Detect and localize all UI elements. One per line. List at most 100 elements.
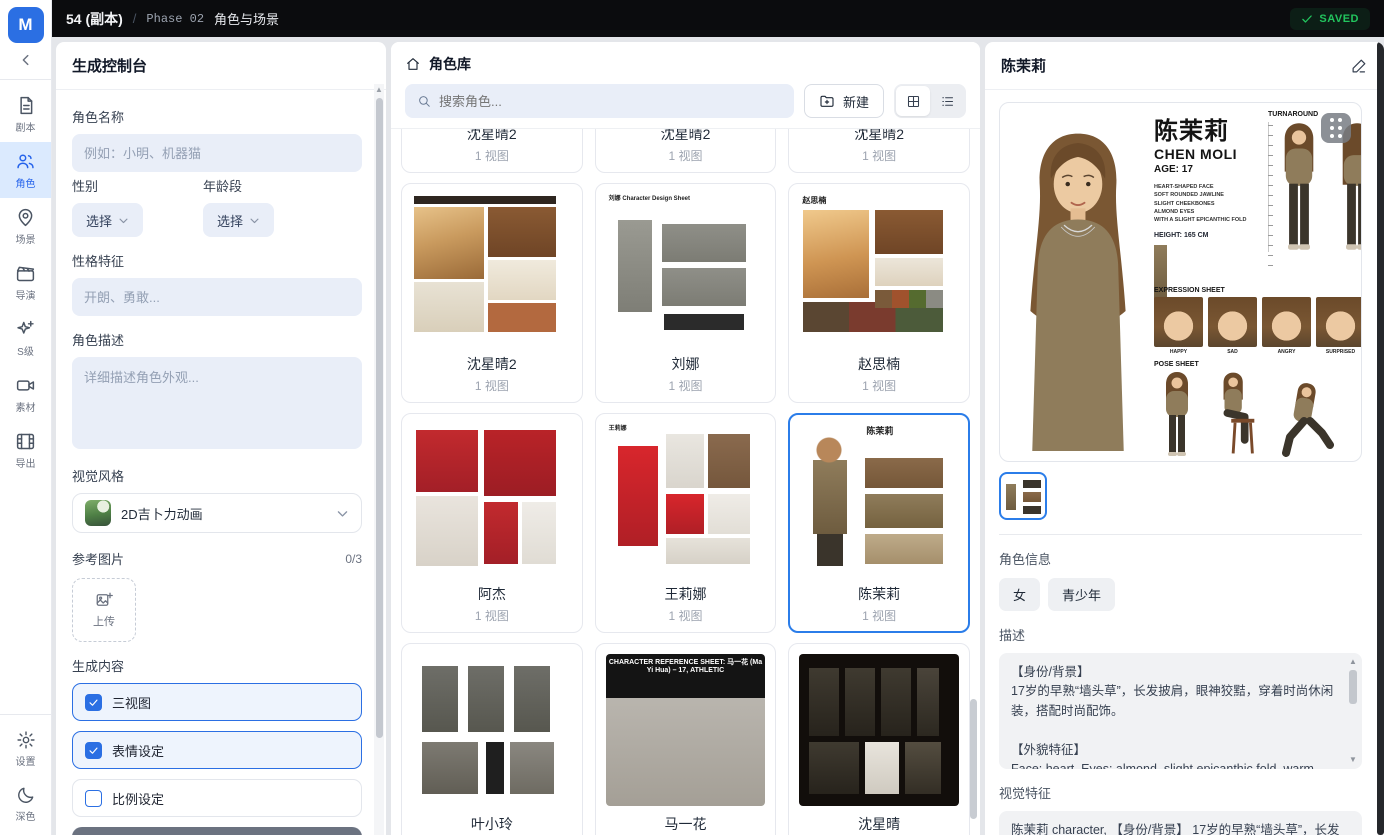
character-card[interactable]: 叶小玲 1 视图 (401, 643, 583, 835)
generate-content-label: 生成内容 (72, 656, 362, 675)
sparkles-icon (15, 319, 36, 340)
scroll-up-arrow[interactable]: ▲ (374, 84, 384, 96)
scroll-up-arrow[interactable]: ▲ (1348, 657, 1358, 667)
expression-label: SURPRISED (1316, 349, 1362, 355)
character-info-label: 角色信息 (999, 549, 1362, 568)
character-card[interactable]: 王莉娜 王莉娜 1 视图 (595, 413, 777, 633)
card-art-title: 刘娜 Character Design Sheet (606, 194, 766, 205)
description-text: 【身份/背景】 17岁的早熟“墙头草”，长发披肩，眼神狡黠，穿着时尚休闲装，搭配… (1011, 663, 1340, 769)
character-card-views: 1 视图 (799, 377, 959, 394)
checkbox[interactable] (85, 742, 102, 759)
sidebar-item-script[interactable]: 剧本 (0, 86, 51, 142)
character-card[interactable]: 沈星晴2 1 视图 (595, 129, 777, 173)
sidebar-item-dark-mode[interactable]: 深色 (0, 776, 51, 835)
sidebar-item-assets[interactable]: 素材 (0, 366, 51, 422)
description-box[interactable]: 【身份/背景】 17岁的早熟“墙头草”，长发披肩，眼神狡黠，穿着时尚休闲装，搭配… (999, 653, 1362, 769)
new-character-button[interactable]: 新建 (804, 84, 884, 118)
list-view-button[interactable] (930, 86, 964, 116)
character-card-name: 沈星晴2 (412, 354, 572, 374)
search-input[interactable] (439, 94, 782, 109)
sidebar-item-label: 设置 (16, 753, 36, 768)
console-scrollbar[interactable]: ▲ (374, 84, 384, 835)
description-scrollbar[interactable]: ▲ ▼ (1348, 657, 1358, 765)
grid-view-button[interactable] (896, 86, 930, 116)
character-desc-textarea[interactable] (72, 357, 362, 449)
chevron-down-icon (118, 215, 129, 226)
sidebar-item-scenes[interactable]: 场景 (0, 198, 51, 254)
character-card-name: 叶小玲 (412, 814, 572, 834)
age-group-select[interactable]: 选择 (203, 203, 274, 237)
library-scrollbar-thumb[interactable] (970, 699, 977, 819)
character-library-panel: 角色库 新建 (391, 42, 980, 835)
character-card[interactable]: 沈星晴2 1 视图 (401, 129, 583, 173)
library-grid: 沈星晴2 1 视图 沈星晴2 1 视图 沈星晴2 1 视图 沈星晴2 1 视图 … (401, 129, 970, 835)
personality-input[interactable] (72, 278, 362, 316)
scrollbar-thumb[interactable] (1349, 670, 1357, 704)
character-card[interactable]: 沈星晴 1 视图 (788, 643, 970, 835)
drag-grip-icon[interactable] (1321, 113, 1351, 143)
expression-angry: ANGRY (1262, 297, 1311, 355)
character-card[interactable]: 阿杰 1 视图 (401, 413, 583, 633)
sheet-age: AGE: 17 (1154, 164, 1258, 175)
character-card[interactable]: 刘娜 Character Design Sheet 刘娜 1 视图 (595, 183, 777, 403)
grid-icon (906, 94, 921, 109)
gear-icon (16, 730, 36, 750)
divider (999, 534, 1362, 535)
option-expression-set[interactable]: 表情设定 (72, 731, 362, 769)
generate-button-partial[interactable] (72, 827, 362, 835)
scroll-down-arrow[interactable]: ▼ (1348, 755, 1358, 765)
checkbox[interactable] (85, 790, 102, 807)
sidebar-item-label: 导演 (16, 287, 36, 302)
portrait-figure (1008, 111, 1148, 455)
character-name-label: 角色名称 (72, 107, 362, 126)
sheet-name-en: CHEN MOLI (1154, 146, 1258, 162)
characters-icon (15, 151, 36, 172)
gender-select[interactable]: 选择 (72, 203, 143, 237)
option-proportion-set[interactable]: 比例设定 (72, 779, 362, 817)
project-title[interactable]: 54 (副本) (66, 9, 123, 29)
library-header: 角色库 新建 (391, 42, 980, 129)
sheet-expression-section: EXPRESSION SHEET HAPPY SAD ANGRY SURPRIS… (1154, 287, 1362, 355)
sidebar-item-label: 场景 (16, 231, 36, 246)
personality-label: 性格特征 (72, 251, 362, 270)
character-name-input[interactable] (72, 134, 362, 172)
visual-features-box[interactable]: 陈茉莉 character, 【身份/背景】 17岁的早熟“墙头草”，长发披肩，… (999, 811, 1362, 835)
check-icon (88, 697, 99, 708)
sheet-thumbnail-selected[interactable] (999, 472, 1047, 520)
character-card-views: 1 视图 (412, 607, 572, 624)
character-card[interactable]: CHARACTER REFERENCE SHEET: 马一花 (Ma Yi Hu… (595, 643, 777, 835)
sidebar-item-settings[interactable]: 设置 (0, 721, 51, 776)
character-card-name: 沈星晴 (799, 814, 959, 834)
expression-sheet-label: EXPRESSION SHEET (1154, 287, 1362, 294)
sidebar-item-export[interactable]: 导出 (0, 422, 51, 478)
character-card[interactable]: 陈茉莉 陈茉莉 1 视图 (788, 413, 970, 633)
expression-label: HAPPY (1154, 349, 1203, 355)
search-box[interactable] (405, 84, 794, 118)
character-card[interactable]: 赵思楠 赵思楠 1 视图 (788, 183, 970, 403)
sidebar-item-director[interactable]: 导演 (0, 254, 51, 310)
sidebar-item-s-grade[interactable]: S级 (0, 310, 51, 366)
clapperboard-icon (15, 263, 36, 284)
description-label: 描述 (999, 625, 1362, 644)
sidebar-item-characters[interactable]: 角色 (0, 142, 51, 198)
visual-style-select[interactable]: 2D吉卜力动画 (72, 493, 362, 533)
film-icon (15, 431, 36, 452)
edit-pencil-icon[interactable] (1351, 57, 1368, 74)
option-three-views[interactable]: 三视图 (72, 683, 362, 721)
detail-header: 陈茉莉 (985, 42, 1384, 90)
topbar: 54 (副本) / Phase 02 角色与场景 SAVED (52, 0, 1384, 37)
character-card-name: 阿杰 (412, 584, 572, 604)
character-card[interactable]: 沈星晴2 1 视图 (401, 183, 583, 403)
character-sheet-image[interactable]: 陈茉莉 CHEN MOLI AGE: 17 HEART-SHAPED FACE … (999, 102, 1362, 462)
breadcrumb-phase: Phase 02 (146, 12, 204, 26)
scrollbar-thumb[interactable] (376, 98, 383, 738)
option-label: 三视图 (112, 693, 151, 712)
sheet-portrait (1008, 111, 1148, 453)
sheet-info-block: 陈茉莉 CHEN MOLI AGE: 17 HEART-SHAPED FACE … (1154, 111, 1258, 279)
upload-reference-button[interactable]: 上传 (72, 578, 136, 642)
detail-scrollbar-thumb[interactable] (1377, 42, 1384, 835)
character-card-views: 1 视图 (606, 377, 766, 394)
collapse-sidebar-button[interactable] (0, 47, 51, 73)
character-card[interactable]: 沈星晴2 1 视图 (788, 129, 970, 173)
checkbox[interactable] (85, 694, 102, 711)
